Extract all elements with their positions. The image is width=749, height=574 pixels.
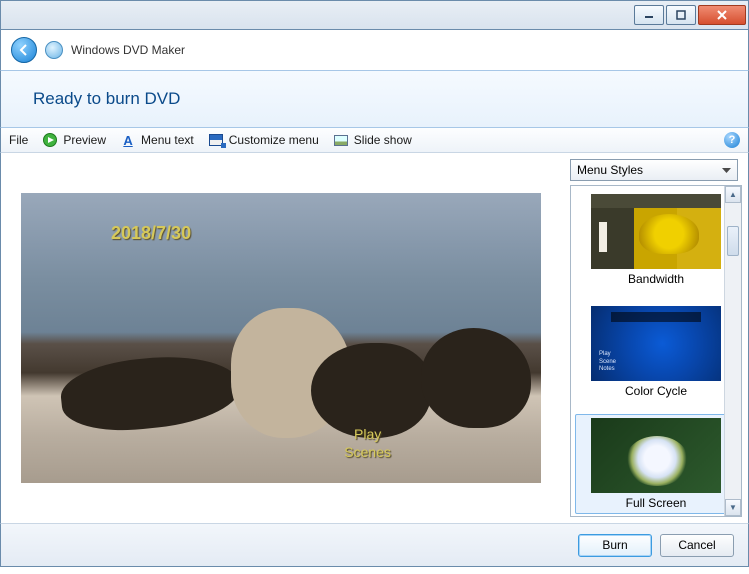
preview-label: Preview [63,133,106,147]
app-icon [45,41,63,59]
burn-button[interactable]: Burn [578,534,652,557]
scroll-thumb[interactable] [727,226,739,256]
scroll-down-button[interactable]: ▼ [725,499,741,516]
scrollbar[interactable]: ▲ ▼ [724,186,741,516]
style-label: Bandwidth [579,272,733,286]
slideshow-icon [333,132,349,148]
main-content: 2018/7/30 Play Scenes Menu Styles Bandwi… [0,153,749,523]
slideshow-label: Slide show [354,133,412,147]
dropdown-label: Menu Styles [577,163,643,177]
maximize-button[interactable] [666,5,696,25]
style-thumb: PlaySceneNotes [591,306,721,381]
close-button[interactable] [698,5,746,25]
file-menu[interactable]: File [9,133,28,147]
window-titlebar [0,0,749,30]
customize-label: Customize menu [229,133,319,147]
style-item-full-screen[interactable]: Full Screen [575,414,737,514]
cancel-button[interactable]: Cancel [660,534,734,557]
text-icon: A [120,132,136,148]
play-icon [42,132,58,148]
page-title: Ready to burn DVD [33,89,716,109]
footer: Burn Cancel [0,523,749,567]
dvd-menu-play[interactable]: Play [344,426,391,444]
preview-artwork [311,343,431,438]
file-label: File [9,133,28,147]
preview-button[interactable]: Preview [42,132,106,148]
cancel-label: Cancel [678,538,715,552]
toolbar: File Preview A Menu text Customize menu … [0,128,749,153]
burn-label: Burn [602,538,627,552]
preview-pane: 2018/7/30 Play Scenes [1,153,570,523]
menu-text-label: Menu text [141,133,194,147]
styles-sidebar: Menu Styles Bandwidth PlaySceneNotes Col… [570,153,748,523]
app-title: Windows DVD Maker [71,43,185,57]
menu-text-button[interactable]: A Menu text [120,132,194,148]
preview-artwork [421,328,531,428]
dvd-menu-scenes[interactable]: Scenes [344,444,391,462]
customize-icon [208,132,224,148]
style-item-bandwidth[interactable]: Bandwidth [575,190,737,290]
style-label: Full Screen [579,496,733,510]
style-item-color-cycle[interactable]: PlaySceneNotes Color Cycle [575,302,737,402]
back-button[interactable] [11,37,37,63]
style-thumb [591,194,721,269]
style-thumb [591,418,721,493]
chevron-down-icon [722,163,731,177]
preview-artwork [58,349,244,437]
slideshow-button[interactable]: Slide show [333,132,412,148]
help-button[interactable]: ? [724,132,740,148]
dvd-menu-links: Play Scenes [344,426,391,461]
minimize-button[interactable] [634,5,664,25]
menu-styles-dropdown[interactable]: Menu Styles [570,159,738,181]
style-label: Color Cycle [579,384,733,398]
customize-menu-button[interactable]: Customize menu [208,132,319,148]
page-banner: Ready to burn DVD [0,70,749,128]
dvd-preview: 2018/7/30 Play Scenes [21,193,541,483]
date-stamp: 2018/7/30 [111,223,191,244]
header: Windows DVD Maker [0,30,749,70]
style-list: Bandwidth PlaySceneNotes Color Cycle Ful… [570,185,742,517]
scroll-up-button[interactable]: ▲ [725,186,741,203]
